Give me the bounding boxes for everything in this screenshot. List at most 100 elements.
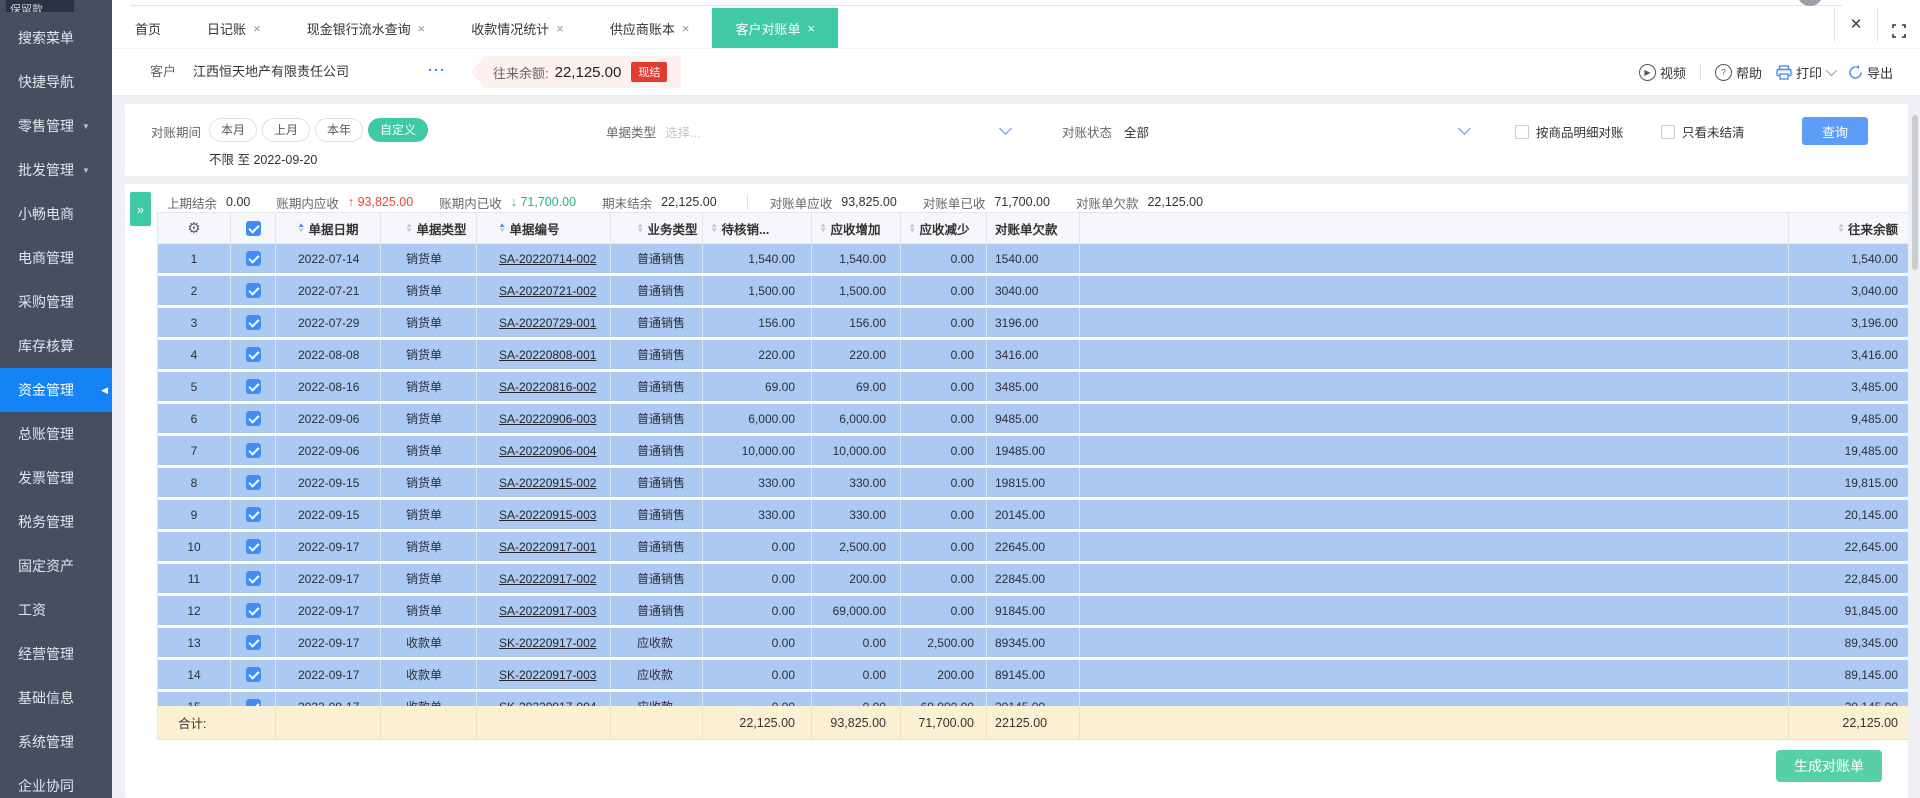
doc-link[interactable]: SA-20220808-001 bbox=[499, 348, 596, 362]
table-row[interactable]: 14 2022-09-17 收款单 SK-20220917-003 应收款 0.00 0.0… bbox=[158, 660, 1908, 689]
doc-link[interactable]: SA-20220721-002 bbox=[499, 284, 596, 298]
tab-日记账[interactable]: 日记账 × bbox=[184, 8, 284, 48]
table-row[interactable]: 10 2022-09-17 销货单 SA-20220917-001 普通销售 0.00 2,… bbox=[158, 532, 1908, 561]
export-button[interactable]: 导出 bbox=[1848, 63, 1893, 82]
tab-供应商账本[interactable]: 供应商账本 × bbox=[587, 8, 713, 48]
customer-name[interactable]: 江西恒天地产有限责任公司 bbox=[193, 49, 349, 95]
close-icon[interactable]: × bbox=[556, 21, 564, 36]
row-checkbox[interactable] bbox=[230, 532, 275, 561]
period-option-本月[interactable]: 本月 bbox=[209, 118, 258, 142]
doc-link[interactable]: SA-20220915-003 bbox=[499, 508, 596, 522]
table-row[interactable]: 4 2022-08-08 销货单 SA-20220808-001 普通销售 220.00 2… bbox=[158, 340, 1908, 369]
table-row[interactable]: 11 2022-09-17 销货单 SA-20220917-002 普通销售 0.00 20… bbox=[158, 564, 1908, 593]
column-settings[interactable]: ⚙ bbox=[158, 213, 230, 243]
sort-icon[interactable]: ▲ ▼ bbox=[1837, 222, 1845, 234]
column-header-往来余额[interactable]: ▲ ▼ 往来余额 bbox=[1788, 213, 1908, 243]
column-header-应收减少[interactable]: ▲ ▼ 应收减少 bbox=[900, 213, 986, 243]
sidebar-item-零售管理[interactable]: 零售管理 ▼ bbox=[0, 104, 112, 148]
row-checkbox[interactable] bbox=[230, 564, 275, 593]
sidebar-item-搜索菜单[interactable]: 搜索菜单 bbox=[0, 16, 112, 60]
column-header-对账单欠款[interactable]: 对账单欠款 bbox=[986, 213, 1079, 243]
fullscreen-icon[interactable] bbox=[1878, 12, 1920, 38]
table-row[interactable]: 12 2022-09-17 销货单 SA-20220917-003 普通销售 0.00 69… bbox=[158, 596, 1908, 625]
tab-收款情况统计[interactable]: 收款情况统计 × bbox=[448, 8, 587, 48]
table-row[interactable]: 3 2022-07-29 销货单 SA-20220729-001 普通销售 156.00 1… bbox=[158, 308, 1908, 337]
more-icon[interactable]: ··· bbox=[428, 49, 446, 93]
row-checkbox[interactable] bbox=[230, 276, 275, 305]
chevron-down-icon[interactable] bbox=[999, 122, 1012, 135]
period-option-自定义[interactable]: 自定义 bbox=[368, 118, 429, 142]
row-checkbox[interactable] bbox=[230, 500, 275, 529]
doc-link[interactable]: SK-20220917-002 bbox=[499, 636, 596, 650]
sidebar-item-系统管理[interactable]: 系统管理 bbox=[0, 720, 112, 764]
sidebar-item-资金管理[interactable]: 资金管理 ◀ bbox=[0, 368, 112, 412]
sort-icon[interactable]: ▲ ▼ bbox=[908, 222, 916, 234]
sidebar-item-采购管理[interactable]: 采购管理 bbox=[0, 280, 112, 324]
sidebar-item-快捷导航[interactable]: 快捷导航 bbox=[0, 60, 112, 104]
doc-link[interactable]: SA-20220915-002 bbox=[499, 476, 596, 490]
select-all-checkbox[interactable] bbox=[230, 213, 275, 243]
doc-link[interactable]: SA-20220917-001 bbox=[499, 540, 596, 554]
close-icon[interactable]: × bbox=[682, 21, 690, 36]
sidebar-item-基础信息[interactable]: 基础信息 bbox=[0, 676, 112, 720]
tab-现金银行流水查询[interactable]: 现金银行流水查询 × bbox=[284, 8, 449, 48]
period-option-上月[interactable]: 上月 bbox=[262, 118, 311, 142]
table-row[interactable]: 152022-09-17收款单SK-20220917-004应收款0.000.0… bbox=[158, 692, 1908, 706]
sort-icon[interactable]: ▲ ▼ bbox=[297, 222, 305, 234]
chevron-down-icon[interactable] bbox=[1458, 122, 1471, 135]
row-checkbox[interactable] bbox=[230, 244, 275, 273]
sort-icon[interactable]: ▲ ▼ bbox=[710, 222, 718, 234]
print-button[interactable]: 打印 bbox=[1776, 63, 1838, 82]
table-row[interactable]: 2 2022-07-21 销货单 SA-20220721-002 普通销售 1,500.0… bbox=[158, 276, 1908, 305]
generate-statement-button[interactable]: 生成对账单 bbox=[1776, 750, 1882, 782]
close-icon[interactable]: × bbox=[807, 21, 815, 36]
tab-客户对账单[interactable]: 客户对账单 × bbox=[712, 8, 839, 48]
sort-icon[interactable]: ▲ ▼ bbox=[819, 222, 827, 234]
close-icon[interactable]: × bbox=[253, 21, 261, 36]
doc-link[interactable]: SA-20220714-002 bbox=[499, 252, 596, 266]
sidebar-item-批发管理[interactable]: 批发管理 ▼ bbox=[0, 148, 112, 192]
video-button[interactable]: ▶ 视频 bbox=[1638, 63, 1686, 82]
doc-link[interactable]: SK-20220917-003 bbox=[499, 668, 596, 682]
sidebar-item-电商管理[interactable]: 电商管理 bbox=[0, 236, 112, 280]
row-checkbox[interactable] bbox=[230, 436, 275, 465]
column-header-待核销...[interactable]: ▲ ▼ 待核销... bbox=[702, 213, 811, 243]
row-checkbox[interactable] bbox=[230, 596, 275, 625]
table-row[interactable]: 8 2022-09-15 销货单 SA-20220915-002 普通销售 330.00 3… bbox=[158, 468, 1908, 497]
sidebar-item-经营管理[interactable]: 经营管理 bbox=[0, 632, 112, 676]
page-scrollbar[interactable] bbox=[1912, 115, 1918, 270]
sidebar-item-税务管理[interactable]: 税务管理 bbox=[0, 500, 112, 544]
column-header-应收增加[interactable]: ▲ ▼ 应收增加 bbox=[811, 213, 900, 243]
sidebar-item-企业协同[interactable]: 企业协同 bbox=[0, 764, 112, 798]
row-checkbox[interactable] bbox=[230, 340, 275, 369]
sort-icon[interactable]: ▲ ▼ bbox=[405, 222, 413, 234]
doc-link[interactable]: SA-20220906-003 bbox=[499, 412, 596, 426]
expand-panel-button[interactable]: » bbox=[130, 192, 151, 226]
row-checkbox[interactable] bbox=[230, 692, 275, 706]
close-icon[interactable]: × bbox=[418, 21, 426, 36]
column-header-单据类型[interactable]: ▲ ▼ 单据类型 bbox=[380, 213, 476, 243]
row-checkbox[interactable] bbox=[230, 372, 275, 401]
status-select[interactable]: 全部 bbox=[1124, 122, 1149, 141]
sidebar-item-库存核算[interactable]: 库存核算 bbox=[0, 324, 112, 368]
column-header-单据日期[interactable]: ▲ ▼ 单据日期 bbox=[275, 213, 380, 243]
sidebar-item-总账管理[interactable]: 总账管理 bbox=[0, 412, 112, 456]
doc-link[interactable]: SA-20220906-004 bbox=[499, 444, 596, 458]
period-option-本年[interactable]: 本年 bbox=[315, 118, 364, 142]
query-button[interactable]: 查询 bbox=[1802, 117, 1868, 145]
sort-icon[interactable]: ▲ ▼ bbox=[636, 222, 644, 234]
tab-首页[interactable]: 首页 bbox=[112, 8, 184, 48]
close-icon[interactable]: × bbox=[1835, 6, 1877, 44]
sidebar-item-小畅电商[interactable]: 小畅电商 bbox=[0, 192, 112, 236]
row-checkbox[interactable] bbox=[230, 468, 275, 497]
table-row[interactable]: 7 2022-09-06 销货单 SA-20220906-004 普通销售 10,000.… bbox=[158, 436, 1908, 465]
doc-link[interactable]: SA-20220917-002 bbox=[499, 572, 596, 586]
doc-link[interactable]: SA-20220917-003 bbox=[499, 604, 596, 618]
table-row[interactable]: 6 2022-09-06 销货单 SA-20220906-003 普通销售 6,000.0… bbox=[158, 404, 1908, 433]
table-row[interactable]: 5 2022-08-16 销货单 SA-20220816-002 普通销售 69.00 69… bbox=[158, 372, 1908, 401]
sidebar-item-固定资产[interactable]: 固定资产 bbox=[0, 544, 112, 588]
help-button[interactable]: ? 帮助 bbox=[1714, 63, 1762, 82]
doc-link[interactable]: SA-20220729-001 bbox=[499, 316, 596, 330]
column-header-业务类型[interactable]: ▲ ▼ 业务类型 bbox=[610, 213, 702, 243]
sidebar-item-发票管理[interactable]: 发票管理 bbox=[0, 456, 112, 500]
